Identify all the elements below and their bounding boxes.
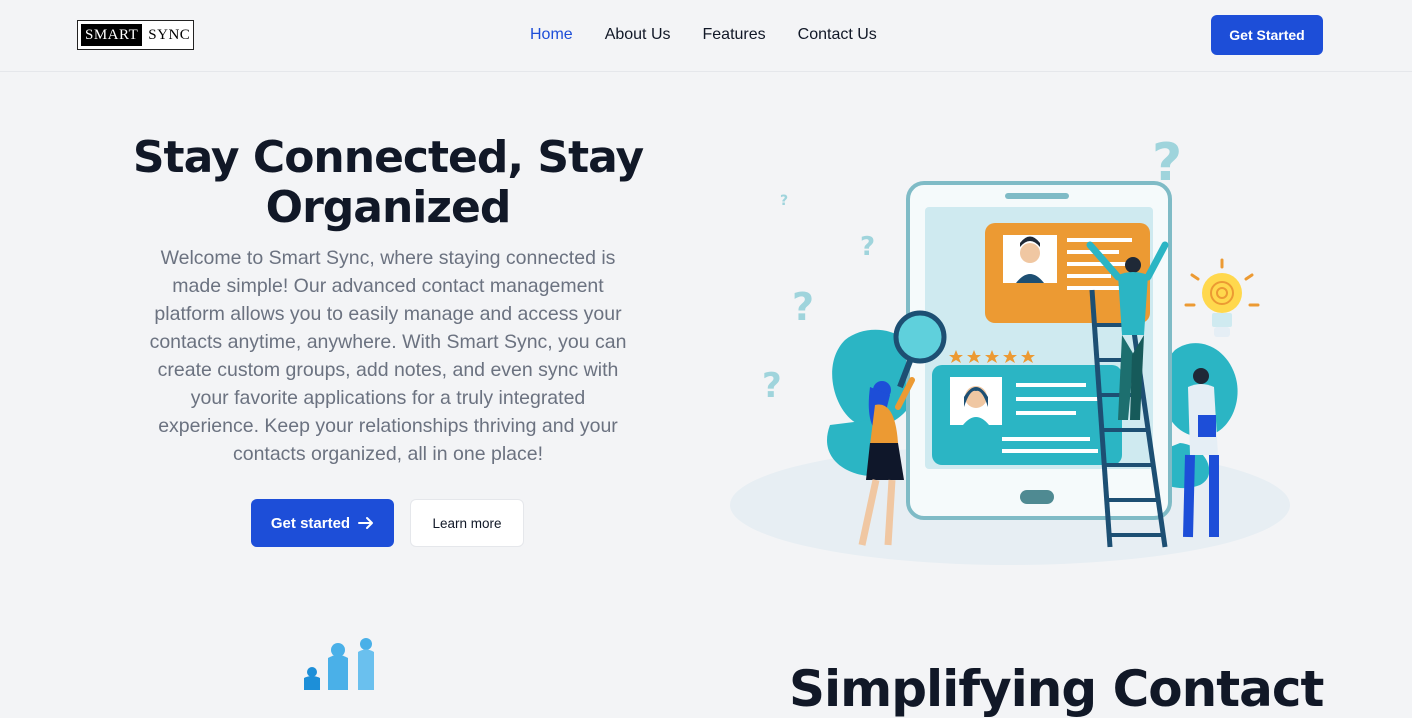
- svg-text:?: ?: [780, 193, 788, 209]
- nav-link-about-us[interactable]: About Us: [605, 24, 671, 46]
- brand-logo[interactable]: SMART SYNC: [77, 20, 194, 50]
- section-title: Simplifying Contact: [789, 660, 1324, 718]
- hero-title: Stay Connected, Stay Organized: [132, 132, 644, 233]
- logo-text-right: SYNC: [148, 26, 191, 43]
- nav-link-contact-us[interactable]: Contact Us: [798, 24, 877, 46]
- learn-more-button[interactable]: Learn more: [410, 499, 524, 547]
- get-started-button[interactable]: Get started: [251, 499, 394, 547]
- hero-description: Welcome to Smart Sync, where staying con…: [149, 247, 627, 465]
- get-started-nav-button[interactable]: Get Started: [1211, 15, 1323, 55]
- main-nav: Home About Us Features Contact Us: [530, 24, 909, 46]
- logo-text-left: SMART: [81, 24, 143, 46]
- svg-text:?: ?: [860, 232, 875, 262]
- arrow-right-icon: [358, 517, 374, 529]
- people-illustration: [304, 638, 374, 690]
- svg-text:?: ?: [762, 366, 782, 406]
- svg-text:?: ?: [792, 285, 814, 329]
- get-started-label: Get started: [270, 514, 351, 532]
- contact-management-illustration: ? ? ? ? ?: [730, 133, 1290, 565]
- navbar: SMART SYNC Home About Us Features Contac…: [0, 0, 1412, 72]
- nav-link-features[interactable]: Features: [703, 24, 766, 46]
- svg-text:?: ?: [1152, 133, 1182, 193]
- nav-link-home[interactable]: Home: [530, 24, 573, 46]
